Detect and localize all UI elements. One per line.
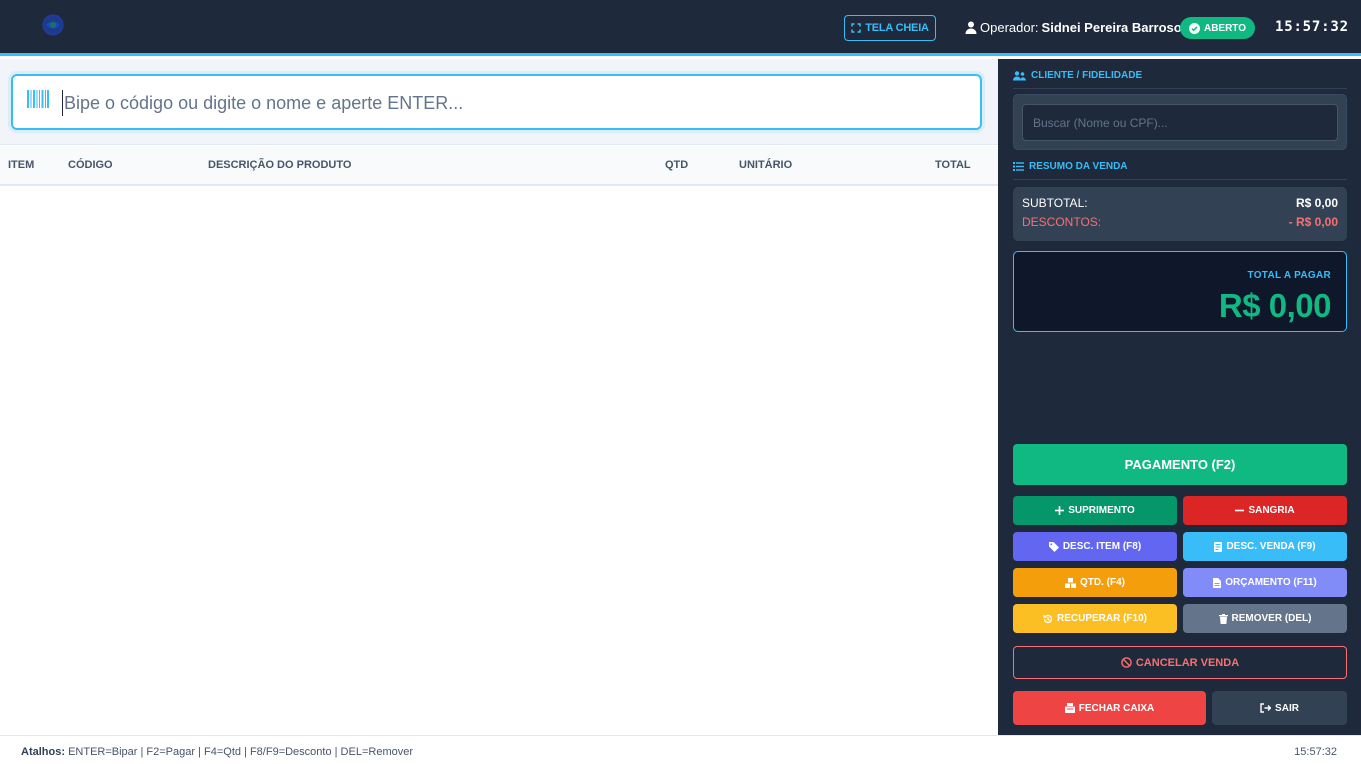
discount-label: DESCONTOS:	[1022, 215, 1102, 229]
column-header-code: CÓDIGO	[68, 159, 113, 171]
file-icon	[1213, 577, 1222, 588]
users-icon	[1013, 70, 1026, 80]
sale-discount-button[interactable]: DESC. VENDA (F9)	[1183, 532, 1347, 561]
column-header-unit-price: UNITÁRIO	[739, 159, 793, 171]
remove-item-button[interactable]: REMOVER (DEL)	[1183, 604, 1347, 633]
operator-label: Operador:	[980, 20, 1039, 35]
fullscreen-button[interactable]: TELA CHEIA	[844, 15, 936, 41]
divider	[1013, 179, 1347, 180]
recover-sale-button[interactable]: RECUPERAR (F10)	[1013, 604, 1177, 633]
sale-discount-label: DESC. VENDA (F9)	[1226, 541, 1316, 552]
divider	[1013, 88, 1347, 89]
client-section-title: CLIENTE / FIDELIDADE	[1013, 70, 1142, 81]
close-register-label: FECHAR CAIXA	[1078, 702, 1155, 714]
operator-name: Sidnei Pereira Barroso	[1041, 20, 1182, 35]
discount-value: - R$ 0,00	[1288, 215, 1338, 229]
exit-button[interactable]: SAIR	[1212, 691, 1347, 725]
exit-label: SAIR	[1275, 702, 1299, 714]
check-circle-icon	[1188, 22, 1200, 34]
item-discount-button[interactable]: DESC. ITEM (F8)	[1013, 532, 1177, 561]
shortcuts-label: Atalhos:	[21, 746, 65, 758]
subtotal-value: R$ 0,00	[1295, 196, 1338, 210]
sale-summary-box: SUBTOTAL: R$ 0,00 DESCONTOS: - R$ 0,00	[1013, 187, 1347, 241]
total-to-pay-box: TOTAL A PAGAR R$ 0,00	[1013, 251, 1347, 332]
suprimento-button[interactable]: SUPRIMENTO	[1013, 496, 1177, 525]
company-logo-icon	[40, 12, 66, 38]
client-search-input[interactable]	[1022, 104, 1338, 141]
subtotal-row: SUBTOTAL: R$ 0,00	[1022, 196, 1338, 210]
payment-label: PAGAMENTO (F2)	[1124, 457, 1236, 472]
trash-icon	[1218, 613, 1228, 624]
column-header-item: ITEM	[8, 159, 35, 171]
operator-info: Operador: Sidnei Pereira Barroso	[965, 20, 1182, 35]
item-discount-label: DESC. ITEM (F8)	[1062, 541, 1142, 552]
total-to-pay-label: TOTAL A PAGAR	[1247, 270, 1331, 281]
history-icon	[1043, 614, 1053, 623]
column-header-description: DESCRIÇÃO DO PRODUTO	[208, 159, 352, 171]
subtotal-label: SUBTOTAL:	[1022, 196, 1088, 210]
remove-item-label: REMOVER (DEL)	[1231, 613, 1312, 624]
sale-side-panel: CLIENTE / FIDELIDADE RESUMO DA VENDA SUB…	[998, 59, 1361, 735]
client-search-box	[1013, 94, 1347, 150]
user-icon	[965, 21, 977, 34]
shortcuts-text: ENTER=Bipar | F2=Pagar | F4=Qtd | F8/F9=…	[68, 746, 413, 758]
column-header-total: TOTAL	[935, 159, 971, 171]
quantity-label: QTD. (F4)	[1080, 577, 1125, 588]
recover-sale-label: RECUPERAR (F10)	[1056, 613, 1147, 624]
header-clock: 15:57:32	[1275, 19, 1349, 35]
discount-row: DESCONTOS: - R$ 0,00	[1022, 215, 1338, 229]
fullscreen-label: TELA CHEIA	[865, 22, 929, 34]
close-register-button[interactable]: FECHAR CAIXA	[1013, 691, 1206, 725]
register-status-badge: ABERTO	[1180, 17, 1255, 39]
barcode-icon	[27, 90, 49, 108]
summary-section-title: RESUMO DA VENDA	[1013, 161, 1128, 172]
quantity-button[interactable]: QTD. (F4)	[1013, 568, 1177, 597]
plus-icon	[1055, 506, 1065, 515]
status-label: ABERTO	[1203, 22, 1247, 34]
column-header-qty: QTD	[665, 159, 689, 171]
cancel-sale-label: CANCELAR VENDA	[1135, 656, 1240, 669]
cash-register-icon	[1064, 703, 1075, 713]
items-table-header: ITEM CÓDIGO DESCRIÇÃO DO PRODUTO QTD UNI…	[0, 146, 998, 186]
product-search-input[interactable]	[62, 90, 962, 116]
shortcuts-hint: Atalhos: ENTER=Bipar | F2=Pagar | F4=Qtd…	[21, 746, 413, 758]
client-section-label: CLIENTE / FIDELIDADE	[1031, 70, 1143, 81]
footer-clock: 15:57:32	[1294, 746, 1337, 758]
tag-icon	[1048, 541, 1059, 552]
sign-out-icon	[1260, 703, 1272, 713]
suprimento-label: SUPRIMENTO	[1068, 505, 1135, 516]
payment-button[interactable]: PAGAMENTO (F2)	[1013, 444, 1347, 485]
total-to-pay-value: R$ 0,00	[1218, 287, 1332, 324]
minus-icon	[1235, 509, 1245, 512]
quote-button[interactable]: ORÇAMENTO (F11)	[1183, 568, 1347, 597]
sangria-button[interactable]: SANGRIA	[1183, 496, 1347, 525]
sangria-label: SANGRIA	[1248, 505, 1295, 516]
cancel-sale-button[interactable]: CANCELAR VENDA	[1013, 646, 1347, 679]
status-footer: Atalhos: ENTER=Bipar | F2=Pagar | F4=Qtd…	[0, 735, 1361, 764]
receipt-icon	[1214, 541, 1223, 552]
summary-section-label: RESUMO DA VENDA	[1029, 161, 1128, 172]
boxes-icon	[1065, 577, 1076, 588]
barcode-search-box	[11, 74, 982, 130]
expand-icon	[851, 23, 861, 33]
quote-label: ORÇAMENTO (F11)	[1225, 577, 1317, 588]
ban-icon	[1121, 657, 1132, 668]
top-header: TELA CHEIA Operador: Sidnei Pereira Barr…	[0, 0, 1361, 56]
list-icon	[1013, 162, 1024, 171]
